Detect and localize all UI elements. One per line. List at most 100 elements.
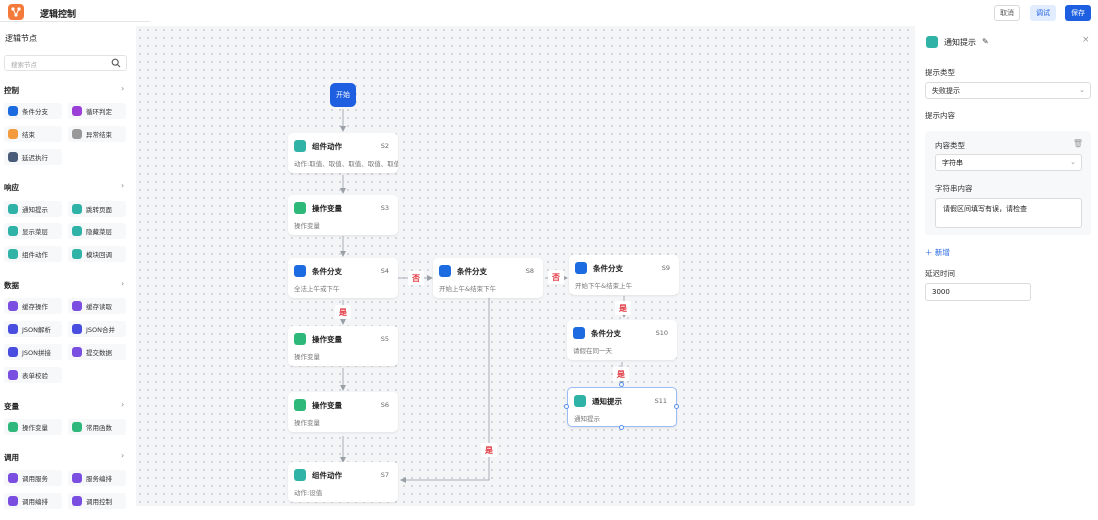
chevron-right-icon[interactable]: › [121,279,124,288]
variable-icon [8,422,18,432]
branch-icon [294,265,306,277]
trash-icon[interactable]: 🗑 [1073,139,1083,148]
section-data[interactable]: 数据 [4,280,19,291]
chevron-down-icon: ⌄ [1070,158,1076,166]
palette-item-condition[interactable]: 条件分支 [4,103,62,119]
palette-item-end[interactable]: 结束 [4,126,62,142]
call-control-icon [72,496,82,506]
palette-item-cache-read[interactable]: 缓存读取 [68,298,126,314]
palette-item-jump-page[interactable]: 跳转页面 [68,201,126,217]
content-item-group: 内容类型 🗑 字符串 ⌄ 字符串内容 请假区间填写有误，请检查 [925,131,1091,235]
service-icon [8,473,18,483]
palette-item-json-merge[interactable]: JSON合并 [68,321,126,337]
palette-item-delay[interactable]: 延迟执行 [4,149,62,165]
submit-icon [72,347,82,357]
json-merge-icon [72,324,82,334]
orchestration-icon [72,473,82,483]
connection-handle-right[interactable] [674,404,679,409]
component-icon [294,140,306,152]
string-content-textarea[interactable]: 请假区间填写有误，请检查 [935,198,1082,228]
connection-handle-top[interactable] [619,382,624,387]
delay-input[interactable] [925,283,1031,301]
content-type-select[interactable]: 字符串 ⌄ [935,154,1082,171]
end-icon [8,129,18,139]
cache-read-icon [72,301,82,311]
palette-item-json-concat[interactable]: JSON拼接 [4,344,62,360]
connection-handle-bottom[interactable] [619,425,624,430]
title-divider [0,21,150,22]
palette-item-form-validate[interactable]: 表单校验 [4,367,62,383]
component-icon [294,469,306,481]
flow-node-s8[interactable]: 条件分支 S8 开始上午&结束下午 [433,258,543,298]
save-button[interactable]: 保存 [1065,5,1091,21]
debug-button[interactable]: 调试 [1030,5,1056,21]
component-icon [8,249,18,259]
node-palette-sidebar: 逻辑节点 搜索节点 控制 › 条件分支 循环判定 结束 异常结束 延迟执行 响应… [0,26,136,520]
palette-item-service-orchestration[interactable]: 服务编排 [68,470,126,486]
json-concat-icon [8,347,18,357]
prompt-type-label: 提示类型 [925,68,955,77]
palette-item-variable-op[interactable]: 操作变量 [4,419,62,435]
hide-layer-icon [72,226,82,236]
error-end-icon [72,129,82,139]
palette-item-json-parse[interactable]: JSON解析 [4,321,62,337]
flow-node-s5[interactable]: 操作变量 S5 操作变量 [288,326,398,366]
flow-node-s7[interactable]: 组件动作 S7 动作:设值 [288,462,398,502]
edge-label-yes: 是 [615,301,631,315]
palette-item-loop[interactable]: 循环判定 [68,103,126,119]
palette-item-submit-data[interactable]: 提交数据 [68,344,126,360]
panel-title: 通知提示 [944,38,976,47]
section-variable[interactable]: 变量 [4,401,19,412]
palette-item-error-end[interactable]: 异常结束 [68,126,126,142]
palette-item-call-orchestration[interactable]: 调用编排 [4,493,62,509]
close-icon[interactable]: × [1082,35,1090,45]
bell-icon [926,36,938,48]
validate-icon [8,370,18,380]
palette-item-call-control[interactable]: 调用控制 [68,493,126,509]
chevron-right-icon[interactable]: › [121,451,124,460]
add-content-button[interactable]: ＋ 新增 [925,247,950,258]
chevron-right-icon[interactable]: › [121,400,124,409]
bell-icon [8,204,18,214]
flow-canvas[interactable]: 开始 组件动作 S2 动作:取值、取值、取值、取值、取值 操作变量 S3 操作变… [136,26,915,506]
palette-item-notify[interactable]: 通知提示 [4,201,62,217]
chevron-right-icon[interactable]: › [121,181,124,190]
start-node[interactable]: 开始 [330,83,356,107]
delay-icon [8,152,18,162]
section-response[interactable]: 响应 [4,182,19,193]
edit-icon[interactable]: ✎ [982,37,989,46]
flow-node-s10[interactable]: 条件分支 S10 请假在同一天 [567,320,677,360]
palette-item-module-callback[interactable]: 模块回调 [68,246,126,262]
properties-panel: 通知提示 ✎ × 提示类型 失败提示 ⌄ 提示内容 内容类型 🗑 字符串 ⌄ 字… [915,26,1098,520]
flow-node-s3[interactable]: 操作变量 S3 操作变量 [288,195,398,235]
palette-item-call-service[interactable]: 调用服务 [4,470,62,486]
flow-node-s6[interactable]: 操作变量 S6 操作变量 [288,392,398,432]
flow-node-s9[interactable]: 条件分支 S9 开始下午&结束上午 [569,255,679,295]
flow-node-s4[interactable]: 条件分支 S4 全法上午或下午 [288,258,398,298]
palette-item-hide-layer[interactable]: 隐藏菜层 [68,223,126,239]
branch-icon [575,262,587,274]
flow-node-s2[interactable]: 组件动作 S2 动作:取值、取值、取值、取值、取值 [288,133,398,173]
branch-icon [439,265,451,277]
palette-item-common-func[interactable]: 常用函数 [68,419,126,435]
palette-item-cache-op[interactable]: 缓存操作 [4,298,62,314]
search-icon [111,58,121,68]
string-content-label: 字符串内容 [935,184,973,193]
connection-handle-left[interactable] [564,404,569,409]
palette-item-component-action[interactable]: 组件动作 [4,246,62,262]
flow-node-s11[interactable]: 通知提示 S11 通知提示 [567,387,677,427]
chevron-right-icon[interactable]: › [121,84,124,93]
callback-icon [72,249,82,259]
app-title: 逻辑控制 [40,10,77,20]
prompt-type-select[interactable]: 失败提示 ⌄ [925,82,1091,99]
branch-icon [8,106,18,116]
section-invoke[interactable]: 调用 [4,452,19,463]
jump-icon [72,204,82,214]
cancel-button[interactable]: 取消 [994,5,1020,21]
section-control[interactable]: 控制 [4,85,19,96]
palette-item-show-layer[interactable]: 显示菜层 [4,223,62,239]
call-orchestration-icon [8,496,18,506]
node-search-input[interactable]: 搜索节点 [4,55,127,71]
top-bar: 逻辑控制 取消 调试 保存 [0,0,1098,26]
variable-icon [294,202,306,214]
